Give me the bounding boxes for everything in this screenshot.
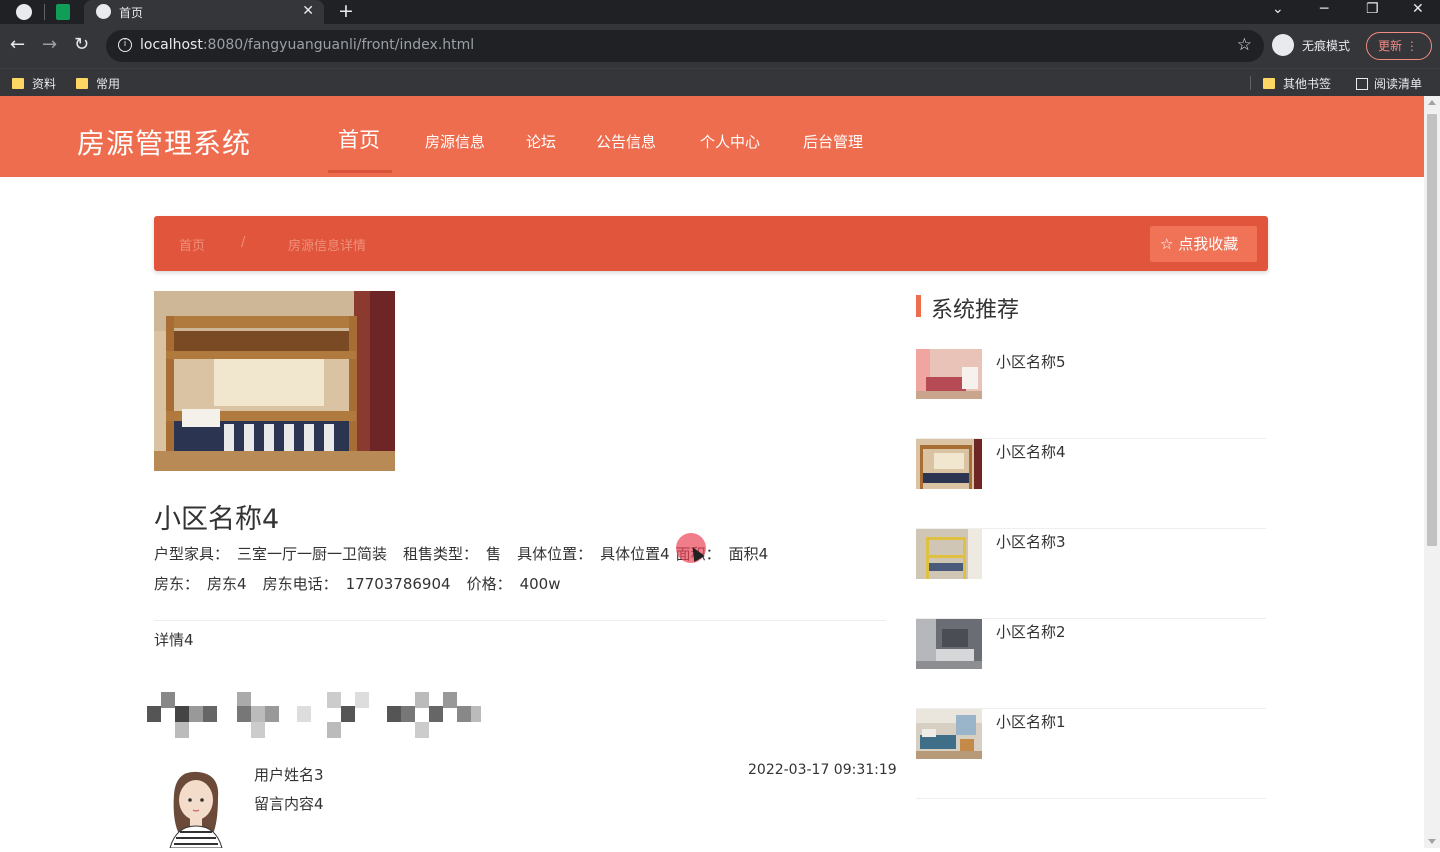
breadcrumb-home[interactable]: 首页 [179,235,205,254]
location-label: 具体位置： [517,545,593,563]
house-info-line-2: 房东： 房东4 房东电话： 17703786904 价格： 400w [154,573,562,594]
bookmark-star-icon[interactable]: ☆ [1237,35,1252,55]
blurred-heading [147,692,487,740]
scroll-thumb[interactable] [1427,114,1437,546]
page-scrollbar[interactable] [1424,96,1440,848]
recommend-thumb[interactable] [916,619,982,669]
landlord-phone-label: 房东电话： [262,575,338,593]
tab-divider [44,4,45,20]
bunk-bed-photo [154,291,395,471]
layout-value: 三室一厅一厨一卫简装 [237,545,388,563]
house-detail: 详情4 [154,631,194,649]
house-title: 小区名称4 [154,504,280,535]
sale-type-value: 售 [486,545,502,563]
nav-forum[interactable]: 论坛 [526,131,556,152]
browser-toolbar: ← → ↻ i localhost:8080/fangyuanguanli/fr… [0,24,1440,68]
location-value: 具体位置4 [600,545,670,563]
bookmarks-divider [1250,76,1251,90]
recommend-name[interactable]: 小区名称4 [996,441,1066,462]
folder-icon [76,78,88,89]
tab-close-icon[interactable]: ✕ [302,3,314,19]
recommend-name[interactable]: 小区名称5 [996,351,1066,372]
area-value: 面积4 [728,545,769,563]
tab-search-icon[interactable]: ⌄ [1272,1,1284,17]
site-logo[interactable]: 房源管理系统 [77,122,251,162]
forward-icon[interactable]: → [42,34,57,55]
price-value: 400w [519,575,561,593]
recommend-item[interactable]: 小区名称3 [916,529,1266,619]
recommend-thumb[interactable] [916,709,982,759]
favorite-button[interactable]: ☆ 点我收藏 [1150,226,1257,262]
sale-type-label: 租售类型： [403,545,479,563]
reading-list[interactable]: 阅读清单 [1356,75,1422,92]
url-text[interactable]: localhost:8080/fangyuanguanli/front/inde… [140,37,474,53]
active-tab[interactable]: 首页 ✕ [84,0,324,24]
recommend-name[interactable]: 小区名称1 [996,711,1066,732]
breadcrumb-current: 房源信息详情 [288,239,367,254]
landlord-value: 房东4 [207,575,247,593]
update-button[interactable]: 更新 ⋮ [1366,32,1432,60]
bookmark-folder-ziliao[interactable]: 资料 [12,75,56,92]
site-header: 房源管理系统 首页 房源信息 论坛 公告信息 个人中心 后台管理 [0,96,1424,177]
layout-label: 户型家具： [154,545,230,563]
globe-icon[interactable] [16,4,32,20]
restore-icon[interactable]: ❐ [1366,1,1379,17]
recommend-title: 系统推荐 [931,298,1020,323]
reading-list-icon [1356,78,1368,90]
recommend-item[interactable]: 小区名称4 [916,439,1266,529]
nav-home[interactable]: 首页 [338,124,380,154]
folder-icon [12,78,24,89]
scroll-down-icon[interactable] [1428,839,1436,844]
breadcrumb: 首页 / 房源信息详情 ☆ 点我收藏 [154,216,1268,271]
avatar [156,766,246,849]
recommend-name[interactable]: 小区名称3 [996,531,1066,552]
landlord-phone-value: 17703786904 [345,575,451,593]
breadcrumb-separator: / [241,235,246,250]
nav-admin[interactable]: 后台管理 [803,131,863,152]
other-bookmarks[interactable]: 其他书签 [1263,75,1331,92]
close-window-icon[interactable]: ✕ [1412,1,1424,17]
recommend-item[interactable]: 小区名称1 [916,709,1266,799]
recommend-item[interactable]: 小区名称2 [916,619,1266,709]
recommend-item[interactable]: 小区名称5 [916,349,1266,439]
tab-title: 首页 [119,6,144,20]
recommend-thumb[interactable] [916,349,982,399]
nav-notice[interactable]: 公告信息 [596,131,656,152]
incognito-icon[interactable] [1272,34,1294,56]
info-icon[interactable]: i [118,38,132,52]
price-label: 价格： [466,575,512,593]
comment-user: 用户姓名3 [254,766,324,784]
folder-icon [1263,78,1275,89]
nav-house-info[interactable]: 房源信息 [425,131,485,152]
incognito-label: 无痕模式 [1302,39,1351,53]
recommend-thumb[interactable] [916,439,982,489]
browser-tab-strip: 首页 ✕ + ⌄ ─ ❐ ✕ [0,0,1440,24]
bookmarks-bar: 资料 常用 其他书签 阅读清单 [0,68,1440,96]
globe-icon [96,4,111,19]
scroll-up-icon[interactable] [1428,100,1436,105]
comment-content: 留言内容4 [254,795,324,813]
heading-accent [916,295,921,317]
sheets-tab-icon[interactable] [56,4,70,20]
content-divider [154,620,886,621]
minimize-icon[interactable]: ─ [1320,1,1328,17]
new-tab-icon[interactable]: + [338,0,354,22]
nav-personal-center[interactable]: 个人中心 [700,131,760,152]
comment-time: 2022-03-17 09:31:19 [748,762,897,778]
reload-icon[interactable]: ↻ [74,34,89,55]
nav-active-indicator [328,170,392,173]
landlord-label: 房东： [154,575,200,593]
bookmark-folder-changyong[interactable]: 常用 [76,75,120,92]
address-bar[interactable]: i localhost:8080/fangyuanguanli/front/in… [106,30,1264,62]
back-icon[interactable]: ← [10,34,25,55]
recommend-name[interactable]: 小区名称2 [996,621,1066,642]
recommend-thumb[interactable] [916,529,982,579]
house-image[interactable] [154,291,395,471]
